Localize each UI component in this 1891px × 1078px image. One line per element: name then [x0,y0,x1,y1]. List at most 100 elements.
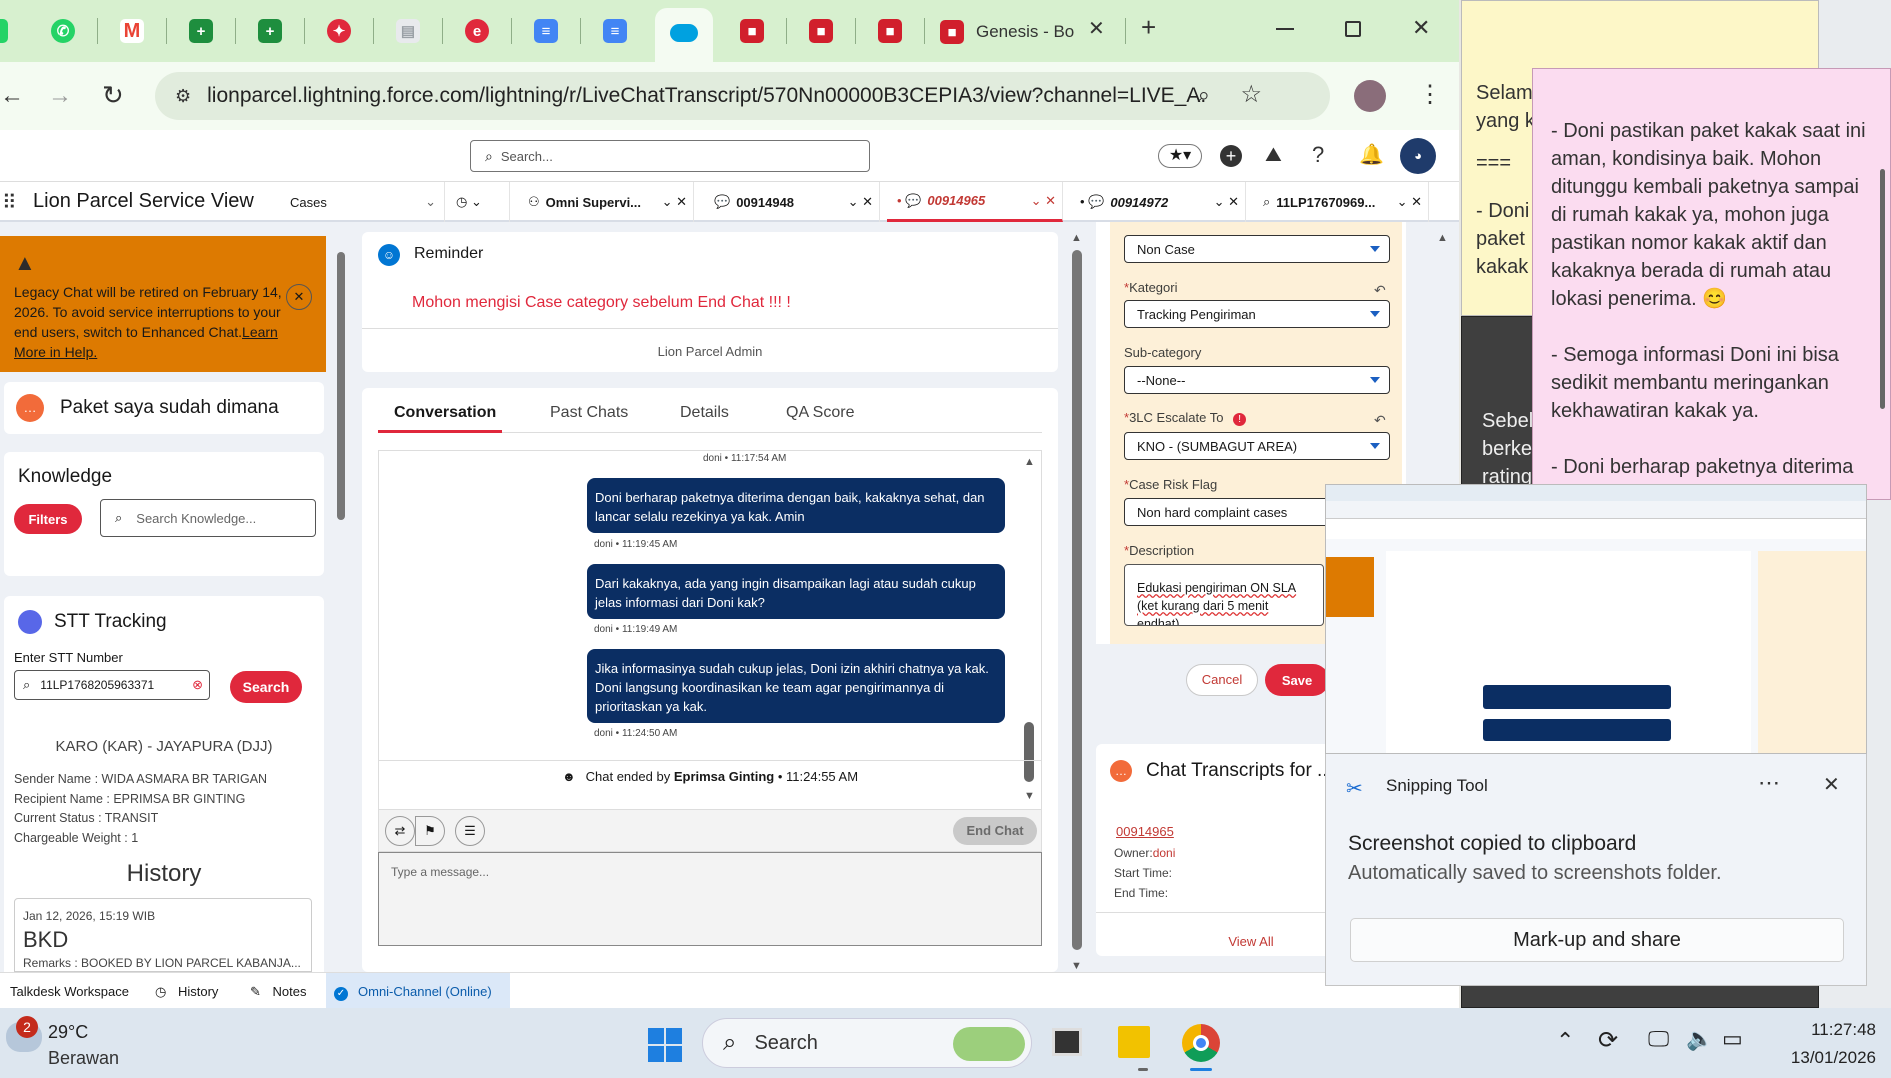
sticky-notes-app-icon[interactable] [1118,1026,1150,1058]
task-view-icon[interactable] [1052,1028,1082,1056]
tab-docs[interactable]: ≡ [516,6,576,56]
kategori-select[interactable]: Tracking Pengiriman [1124,300,1390,328]
back-icon[interactable]: ← [0,82,24,110]
utility-history[interactable]: ◷ History [155,984,218,1000]
undo-icon[interactable]: ↶ [1374,412,1386,429]
bookmark-star-icon[interactable]: ☆ [1240,80,1262,109]
tab-sheets[interactable]: + [171,6,231,56]
tab-box-3[interactable]: ■ [860,6,920,56]
tab-00914948[interactable]: 💬 00914948 ⌄ ✕ [704,182,880,222]
tab-past-chats[interactable]: Past Chats [550,404,628,422]
tab-00914965[interactable]: • 💬 00914965 ⌄ ✕ [887,182,1063,222]
tab-details[interactable]: Details [680,404,729,422]
profile-avatar[interactable] [1354,80,1386,112]
tab-genesis[interactable]: ■ Genesis - Bo [940,12,1105,52]
notifications-bell-icon[interactable]: 🔔 [1359,142,1384,167]
minimize-icon[interactable] [1276,28,1294,30]
tab-gmail[interactable]: M [102,6,162,56]
zoom-icon[interactable]: ⌕ [1198,82,1210,108]
note-scrollbar[interactable] [1880,169,1885,409]
clear-icon[interactable]: ⊗ [192,677,203,693]
stt-search-button[interactable]: Search [230,671,302,703]
sticky-note-pink[interactable]: - Doni pastikan paket kakak saat ini ama… [1532,68,1891,500]
left-scrollbar[interactable] [336,236,346,972]
tab-partial[interactable] [0,6,16,56]
transcript-link[interactable]: 00914965 [1116,824,1174,839]
close-icon[interactable]: ⌄ ✕ [1031,193,1056,209]
battery-icon[interactable]: ▭ [1722,1026,1743,1052]
tab-conversation[interactable]: Conversation [394,404,496,422]
close-icon[interactable]: ✕ [1823,772,1840,797]
talkdesk-workspace[interactable]: Talkdesk Workspace [10,984,129,999]
subcategory-select[interactable]: --None-- [1124,366,1390,394]
weather-temp[interactable]: 29°C [48,1022,88,1043]
flag-icon[interactable]: ⚑ [415,816,445,846]
save-button[interactable]: Save [1265,664,1329,696]
url-text[interactable]: lionparcel.lightning.force.com/lightning… [207,84,1207,108]
close-banner-icon[interactable]: ✕ [286,284,312,310]
clock-date[interactable]: 13/01/2026 [1776,1048,1876,1068]
undo-icon[interactable]: ↶ [1374,282,1386,299]
tab-docs-2[interactable]: ≡ [585,6,645,56]
more-options-icon[interactable]: ⋯ [1758,770,1780,796]
owner-link[interactable]: doni [1153,846,1176,860]
tab-00914972[interactable]: • 💬 00914972 ⌄ ✕ [1070,182,1246,222]
favorites-icon[interactable]: ★▾ [1158,144,1202,168]
message-input[interactable]: Type a message... [378,852,1042,946]
transfer-icon[interactable]: ⇄ [385,816,415,846]
tab-lion[interactable]: ✦ [309,6,369,56]
app-launcher-icon[interactable]: ⠿ [2,190,17,215]
quick-text-icon[interactable]: ☰ [455,816,485,846]
close-icon[interactable]: ⌄ ✕ [848,194,873,210]
close-icon[interactable]: ⌄ ✕ [1214,194,1239,210]
clock-time[interactable]: 11:27:48 [1776,1020,1876,1040]
case-type-select[interactable]: Non Case [1124,235,1390,263]
close-icon[interactable]: ⌄ ✕ [1397,194,1422,210]
filters-button[interactable]: Filters [14,504,82,534]
end-chat-button[interactable]: End Chat [953,817,1037,845]
escalate-select[interactable]: KNO - (SUMBAGUT AREA) [1124,432,1390,460]
sync-icon[interactable]: ⟳ [1598,1026,1618,1055]
stt-number-input[interactable]: ⌕ 11LP1768205963371 ⊗ [14,670,210,700]
user-avatar[interactable]: ◕ [1400,138,1436,174]
chat-scrollbar[interactable]: ▲ ▼ [1021,456,1037,804]
tab-doc[interactable]: ▤ [378,6,438,56]
knowledge-search-input[interactable]: ⌕ Search Knowledge... [100,499,316,537]
markup-share-button[interactable]: Mark-up and share [1350,918,1844,962]
reload-icon[interactable]: ↻ [102,80,124,111]
tab-e[interactable]: e [447,6,507,56]
taskbar-search[interactable]: ⌕ Search [702,1018,1032,1068]
new-tab-icon[interactable]: + [1141,12,1156,43]
global-search[interactable]: ⌕ Search... [470,140,870,172]
help-icon[interactable]: ? [1312,142,1324,168]
tab-sheets-2[interactable]: + [240,6,300,56]
tab-box[interactable]: ■ [722,6,782,56]
forward-icon[interactable]: → [48,82,72,110]
screenshot-thumbnail[interactable] [1325,484,1867,754]
close-window-icon[interactable]: ✕ [1412,15,1430,41]
close-icon[interactable]: ⌄ ✕ [662,194,687,210]
maximize-icon[interactable] [1345,21,1361,37]
site-settings-icon[interactable]: ⚙ [175,86,191,107]
tab-whatsapp[interactable]: ✆ [33,6,93,56]
tab-stt-search[interactable]: ⌕ 11LP17670969... ⌄ ✕ [1253,182,1429,222]
close-tab-icon[interactable]: ✕ [1088,16,1105,41]
utility-omni-channel[interactable]: ✓ Omni-Channel (Online) [326,973,510,1009]
volume-icon[interactable]: 🔈 [1686,1026,1713,1052]
tab-omni-supervisor[interactable]: ⚇ Omni Supervi... ⌄ ✕ [518,182,694,222]
tab-box-2[interactable]: ■ [791,6,851,56]
windows-start-icon[interactable] [648,1028,682,1062]
chrome-app-icon[interactable] [1182,1024,1220,1062]
description-textarea[interactable]: Edukasi pengiriman ON SLA (ket kurang da… [1124,564,1324,626]
nav-history[interactable]: ◷ ⌄ [446,182,510,222]
tab-qa-score[interactable]: QA Score [786,404,854,422]
address-bar[interactable]: ⚙ lionparcel.lightning.force.com/lightni… [155,72,1330,120]
tab-salesforce-active[interactable] [655,8,713,62]
network-icon[interactable]: 🖵 [1648,1026,1669,1052]
cancel-button[interactable]: Cancel [1186,664,1258,696]
chrome-menu-icon[interactable]: ⋮ [1418,80,1442,109]
trailhead-icon[interactable]: ⛰ [1265,144,1282,167]
nav-item-cases[interactable]: Cases ⌄ [270,182,445,222]
center-scrollbar[interactable]: ▲ ▼ [1071,232,1083,972]
tray-overflow-icon[interactable]: ⌃ [1556,1028,1574,1054]
